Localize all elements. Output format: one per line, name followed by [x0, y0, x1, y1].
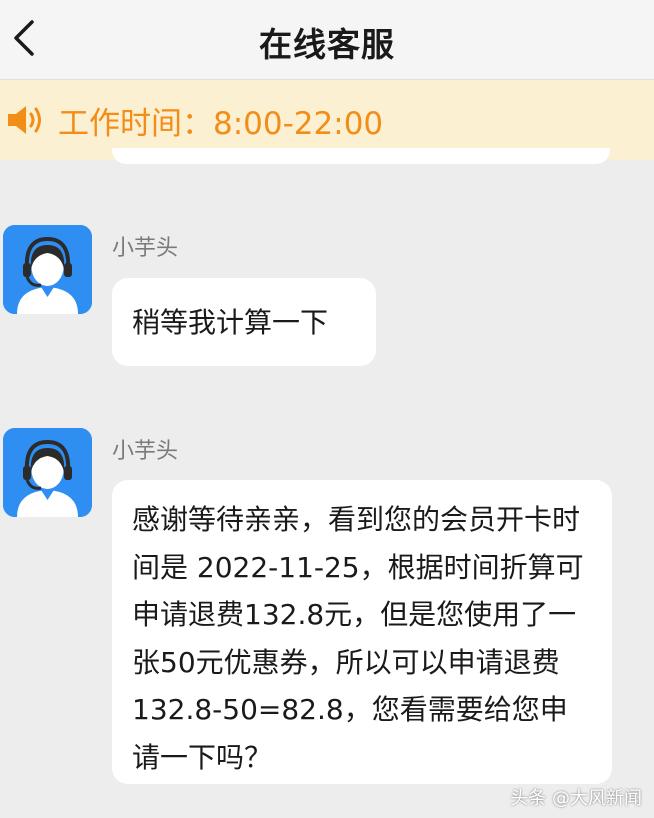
speaker-icon	[6, 100, 46, 140]
customer-service-agent-icon	[3, 428, 92, 517]
watermark: 头条 @大风新闻	[510, 788, 642, 809]
customer-service-agent-icon	[3, 225, 92, 314]
top-bar: 在线客服	[0, 0, 654, 80]
sender-name: 小芋头	[112, 236, 179, 261]
sender-name: 小芋头	[112, 439, 179, 464]
previous-message-bubble	[112, 148, 610, 164]
agent-avatar[interactable]	[3, 225, 92, 314]
message-bubble[interactable]: 稍等我计算一下	[112, 278, 376, 366]
working-hours-text: 工作时间：8:00-22:00	[58, 105, 384, 142]
page-title: 在线客服	[259, 25, 395, 64]
message-bubble[interactable]: 感谢等待亲亲，看到您的会员开卡时间是 2022-11-25，根据时间折算可申请退…	[112, 480, 612, 784]
agent-avatar[interactable]	[3, 428, 92, 517]
